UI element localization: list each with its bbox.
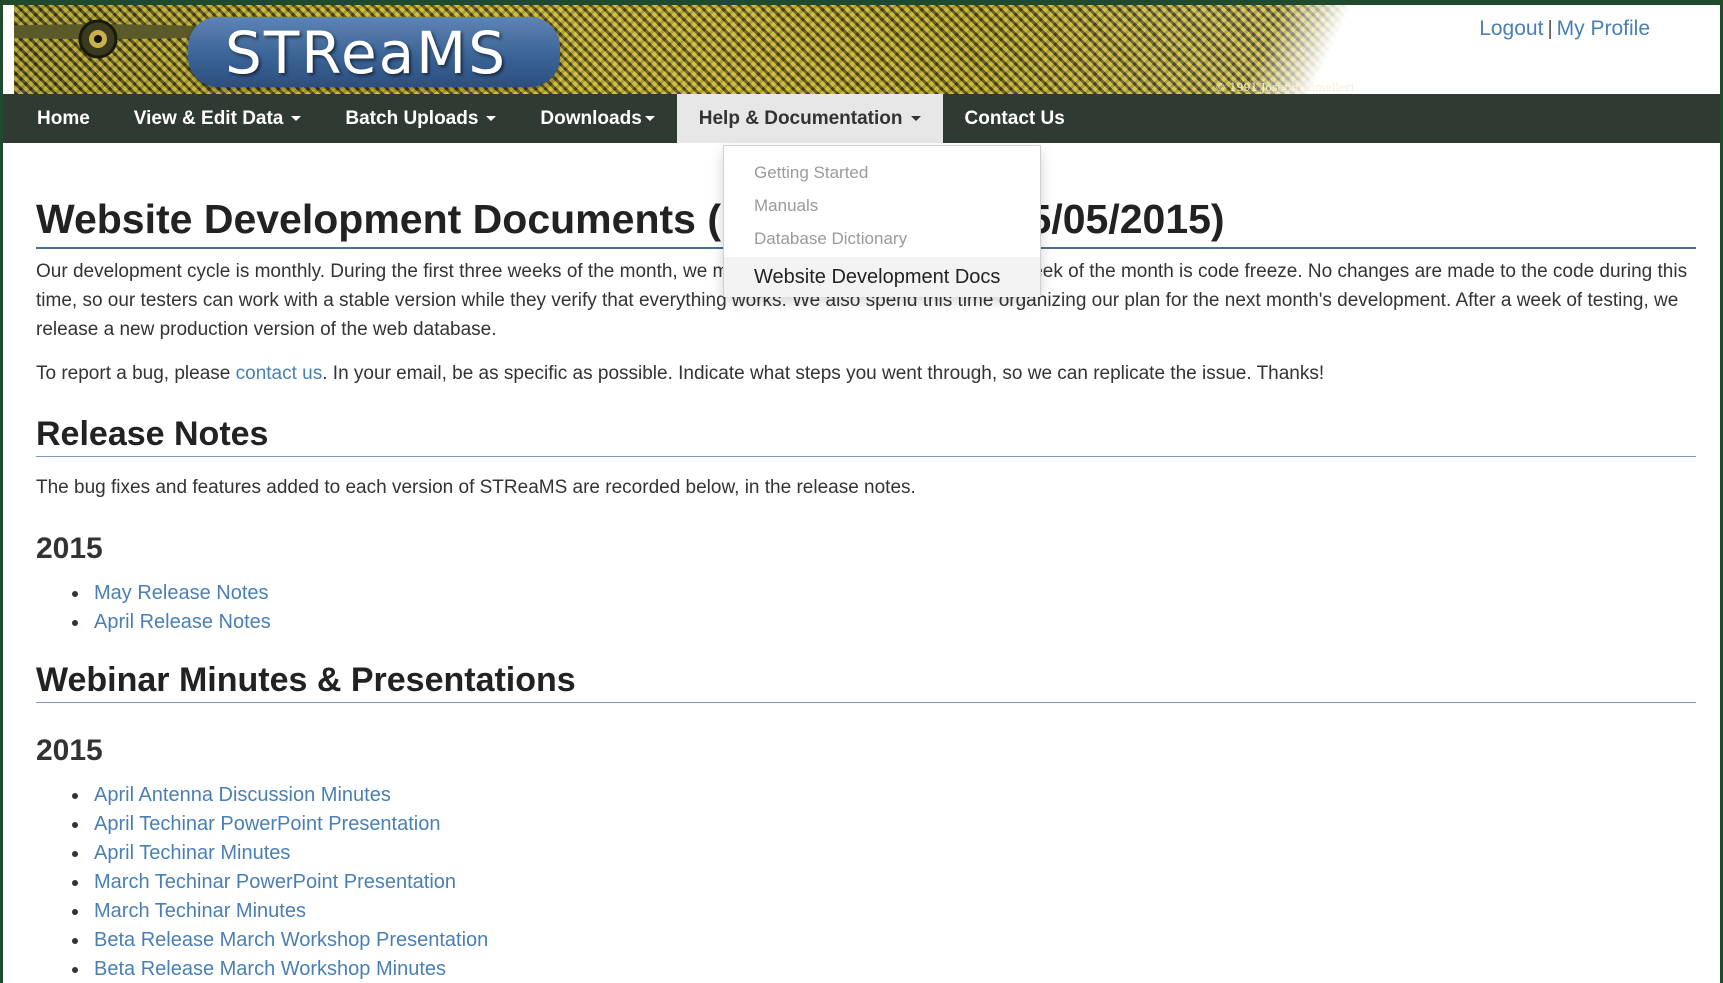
my-profile-link[interactable]: My Profile: [1557, 17, 1650, 40]
release-year-heading: 2015: [36, 532, 103, 565]
may-release-notes-link[interactable]: May Release Notes: [94, 582, 269, 604]
site-logo[interactable]: STReaMS: [225, 19, 507, 87]
contact-us-link[interactable]: contact us: [236, 363, 323, 384]
chevron-down-icon: [910, 116, 921, 121]
nav-help-documentation[interactable]: Help & Documentation: [676, 94, 943, 143]
list-item: May Release Notes: [72, 579, 271, 608]
bug-report-paragraph: To report a bug, please contact us. In y…: [36, 359, 1696, 388]
list-item: March Techinar Minutes: [72, 897, 488, 926]
page-frame: STReaMS © 1991 Joseph Tomelleri Logout | M…: [3, 5, 1720, 983]
user-links: Logout | My Profile: [1479, 17, 1650, 41]
link-separator: |: [1547, 18, 1553, 40]
help-dropdown-menu: Getting Started Manuals Database Diction…: [723, 145, 1041, 297]
list-item: Beta Release March Workshop Presentation: [72, 926, 488, 955]
nav-help-documentation-label: Help & Documentation: [698, 107, 903, 129]
list-item: Beta Release March Workshop Minutes: [72, 955, 488, 983]
nav-downloads-label: Downloads: [540, 107, 642, 129]
webinar-link[interactable]: April Antenna Discussion Minutes: [94, 784, 391, 806]
menu-item-getting-started[interactable]: Getting Started: [724, 156, 1040, 189]
list-item: April Antenna Discussion Minutes: [72, 781, 488, 810]
webinar-link[interactable]: April Techinar Minutes: [94, 842, 290, 864]
webinar-link[interactable]: March Techinar PowerPoint Presentation: [94, 871, 456, 893]
list-item: March Techinar PowerPoint Presentation: [72, 868, 488, 897]
webinar-link[interactable]: April Techinar PowerPoint Presentation: [94, 813, 440, 835]
fish-eye-icon: [78, 19, 118, 59]
nav-view-edit-data-label: View & Edit Data: [133, 107, 284, 129]
nav-contact-us[interactable]: Contact Us: [943, 94, 1087, 143]
logout-link[interactable]: Logout: [1479, 17, 1543, 40]
nav-batch-uploads[interactable]: Batch Uploads: [323, 94, 518, 143]
chevron-down-icon: [644, 116, 655, 121]
webinar-link[interactable]: Beta Release March Workshop Minutes: [94, 958, 446, 980]
nav-home[interactable]: Home: [3, 94, 112, 143]
release-notes-description: The bug fixes and features added to each…: [36, 477, 916, 498]
webinar-list: April Antenna Discussion Minutes April T…: [72, 781, 488, 983]
nav-batch-uploads-label: Batch Uploads: [345, 107, 479, 129]
list-item: April Techinar Minutes: [72, 839, 488, 868]
webinar-link[interactable]: Beta Release March Workshop Presentation: [94, 929, 488, 951]
list-item: April Release Notes: [72, 608, 271, 637]
banner-copyright: © 1991 Joseph Tomelleri: [1215, 81, 1355, 94]
chevron-down-icon: [486, 116, 497, 121]
menu-item-manuals[interactable]: Manuals: [724, 189, 1040, 222]
menu-item-website-development-docs[interactable]: Website Development Docs: [724, 257, 1040, 297]
webinar-link[interactable]: March Techinar Minutes: [94, 900, 306, 922]
nav-contact-us-label: Contact Us: [964, 107, 1065, 129]
chevron-down-icon: [291, 116, 302, 121]
list-item: April Techinar PowerPoint Presentation: [72, 810, 488, 839]
april-release-notes-link[interactable]: April Release Notes: [94, 611, 271, 633]
release-notes-heading: Release Notes: [36, 414, 1696, 457]
bug-report-prefix: To report a bug, please: [36, 363, 236, 384]
menu-item-database-dictionary[interactable]: Database Dictionary: [724, 222, 1040, 255]
bug-report-suffix: . In your email, be as specific as possi…: [322, 363, 1325, 384]
webinar-year-heading: 2015: [36, 734, 103, 767]
nav-view-edit-data[interactable]: View & Edit Data: [112, 94, 324, 143]
nav-home-label: Home: [37, 107, 90, 129]
nav-downloads[interactable]: Downloads: [518, 94, 676, 143]
webinar-heading: Webinar Minutes & Presentations: [36, 660, 1696, 703]
main-navbar: Home View & Edit Data Batch Uploads Down…: [3, 94, 1720, 143]
release-notes-list: May Release Notes April Release Notes: [72, 579, 271, 637]
